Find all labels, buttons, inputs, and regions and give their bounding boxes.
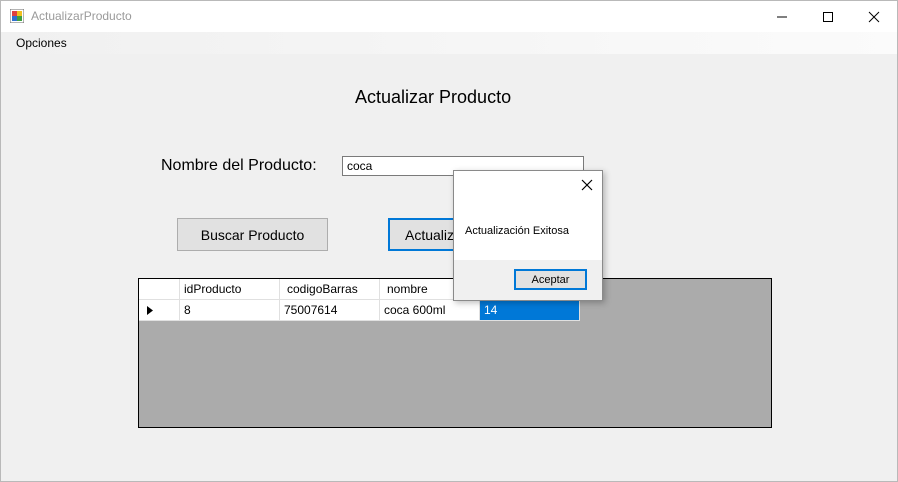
- maximize-icon: [823, 11, 833, 22]
- dialog-message: Actualización Exitosa: [465, 225, 569, 237]
- search-product-button[interactable]: Buscar Producto: [177, 218, 328, 251]
- window-title: ActualizarProducto: [31, 9, 132, 23]
- cell-idproducto[interactable]: 8: [180, 300, 280, 321]
- close-icon: [868, 11, 880, 22]
- menu-opciones[interactable]: Opciones: [16, 36, 67, 50]
- dialog-close-icon[interactable]: [580, 178, 594, 192]
- app-icon: [10, 9, 24, 23]
- title-bar: ActualizarProducto: [1, 1, 897, 32]
- dialog-footer: Aceptar: [454, 260, 602, 300]
- main-window: ActualizarProducto Opciones Actualizar P…: [0, 0, 898, 482]
- cell-nombre[interactable]: coca 600ml: [380, 300, 480, 321]
- row-pointer-icon: [147, 306, 153, 315]
- cell-codigobarras[interactable]: 75007614: [280, 300, 380, 321]
- product-name-label: Nombre del Producto:: [161, 157, 317, 174]
- minimize-button[interactable]: [759, 1, 805, 32]
- accept-button[interactable]: Aceptar: [514, 269, 587, 290]
- menu-bar: Opciones: [1, 32, 897, 54]
- row-header[interactable]: [139, 300, 180, 321]
- maximize-button[interactable]: [805, 1, 851, 32]
- column-header-codigobarras[interactable]: codigoBarras: [280, 279, 380, 300]
- success-dialog: Actualización Exitosa Aceptar: [453, 170, 603, 301]
- minimize-icon: [777, 16, 787, 17]
- grid-corner-header[interactable]: [139, 279, 180, 300]
- column-header-idproducto[interactable]: idProducto: [180, 279, 280, 300]
- close-button[interactable]: [851, 1, 897, 32]
- page-title: Actualizar Producto: [355, 87, 512, 107]
- cell-selected-value[interactable]: 14: [480, 300, 580, 321]
